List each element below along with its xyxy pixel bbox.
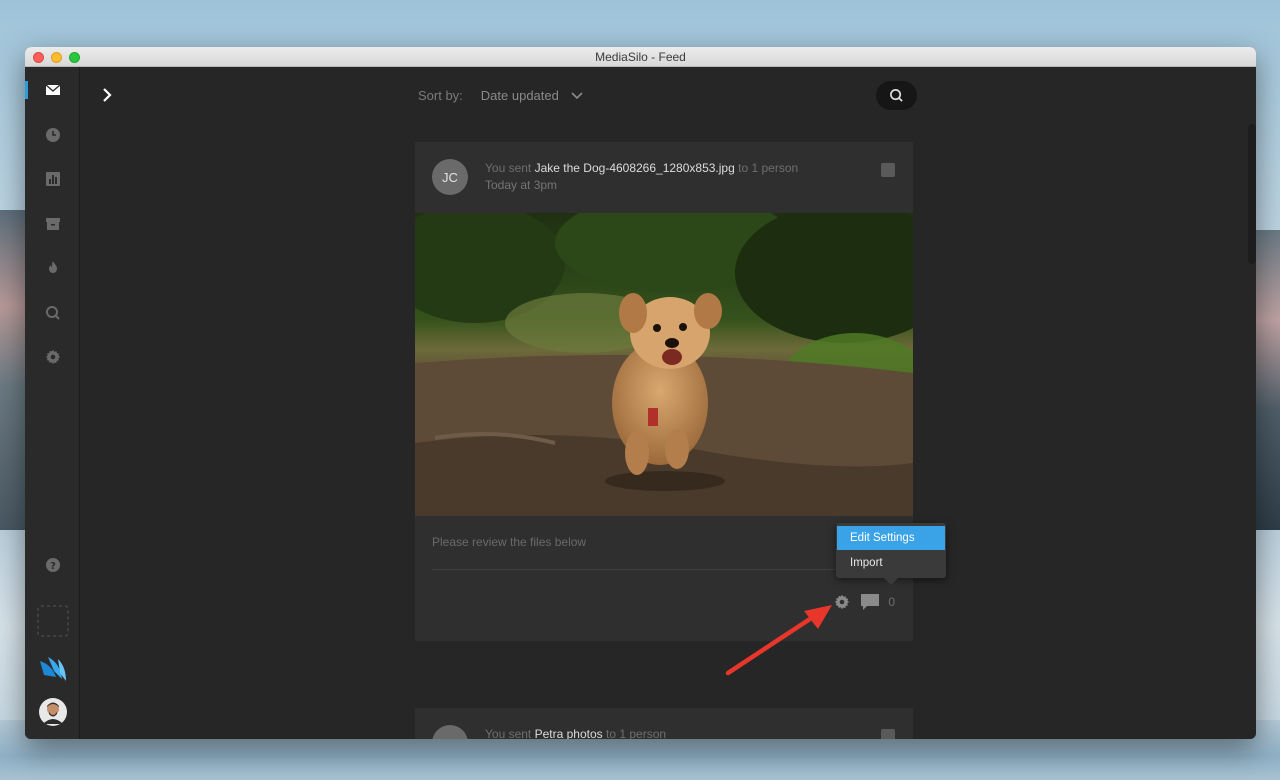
post-settings-menu: Edit Settings Import [836, 523, 946, 585]
sidebar-item-analytics[interactable] [25, 164, 80, 194]
post-image-dog[interactable] [415, 213, 913, 516]
annotation-arrow-icon [725, 605, 832, 676]
search-icon [890, 89, 903, 102]
sidebar-item-settings[interactable] [25, 342, 80, 372]
user-avatar [38, 698, 67, 726]
post-filename-link[interactable]: Petra photos [535, 727, 603, 739]
help-icon: ? [45, 558, 60, 572]
search-button[interactable] [876, 81, 917, 110]
menu-item-import[interactable]: Import [837, 551, 945, 575]
post-prefix: You sent [485, 161, 532, 175]
post-divider [432, 569, 895, 570]
desktop-mountain-right [1254, 230, 1280, 530]
post-select-checkbox[interactable] [881, 729, 895, 739]
app-body: ? Sort by: Date updated JC You sent Jake… [25, 67, 1256, 739]
chevron-down-icon[interactable] [571, 91, 583, 101]
post-prefix: You sent [485, 727, 532, 739]
post-recipients[interactable]: to 1 person [606, 727, 666, 739]
comment-count: 0 [888, 595, 895, 609]
sidebar-item-recent[interactable] [25, 120, 80, 150]
sidebar-item-hot[interactable] [25, 253, 80, 283]
dropzone-icon [37, 605, 68, 637]
feed-panel: Sort by: Date updated JC You sent Jake t… [80, 67, 1256, 739]
search-icon [45, 306, 60, 320]
sidebar-logo[interactable] [25, 654, 80, 684]
sidebar-item-inbox[interactable] [25, 75, 80, 105]
post-select-checkbox[interactable] [881, 163, 895, 177]
bar-chart-icon [45, 172, 60, 186]
titlebar: MediaSilo - Feed [25, 47, 1256, 67]
window-title: MediaSilo - Feed [595, 50, 686, 64]
comment-icon[interactable] [860, 593, 880, 611]
inbox-icon [45, 84, 60, 95]
expand-sidebar-chevron-icon[interactable] [98, 84, 118, 106]
sidebar-item-search[interactable] [25, 298, 80, 328]
sidebar-user[interactable] [25, 697, 80, 727]
sidebar-dropzone[interactable] [25, 605, 80, 637]
flame-icon [48, 261, 57, 273]
sender-avatar[interactable]: JC [432, 159, 468, 195]
svg-text:?: ? [50, 561, 56, 572]
sidebar: ? [25, 67, 80, 739]
feed-scrollbar[interactable] [1248, 124, 1256, 264]
feed-post: You sent Petra photos to 1 person [415, 708, 913, 739]
menu-item-edit-settings[interactable]: Edit Settings [837, 526, 945, 550]
post-summary: You sent Petra photos to 1 person [485, 727, 666, 739]
sidebar-item-archive[interactable] [25, 209, 80, 239]
archive-icon [45, 218, 60, 230]
post-filename-link[interactable]: Jake the Dog-4608266_1280x853.jpg [535, 161, 735, 175]
clock-icon [45, 128, 60, 142]
mediasilo-logo [39, 657, 66, 681]
sort-control: Sort by: Date updated [418, 88, 583, 103]
sort-label: Sort by: [418, 88, 463, 103]
gear-icon [45, 349, 60, 365]
app-window: MediaSilo - Feed ? Sort by: Date updated… [25, 47, 1256, 739]
post-message: Please review the files below [432, 535, 587, 549]
sort-dropdown[interactable]: Date updated [481, 88, 559, 103]
post-recipients[interactable]: to 1 person [738, 161, 798, 175]
sender-avatar[interactable] [432, 725, 468, 739]
post-summary: You sent Jake the Dog-4608266_1280x853.j… [485, 161, 798, 175]
sidebar-item-help[interactable]: ? [25, 550, 80, 580]
post-timestamp: Today at 3pm [485, 178, 558, 192]
desktop-mountain-left [0, 210, 28, 530]
